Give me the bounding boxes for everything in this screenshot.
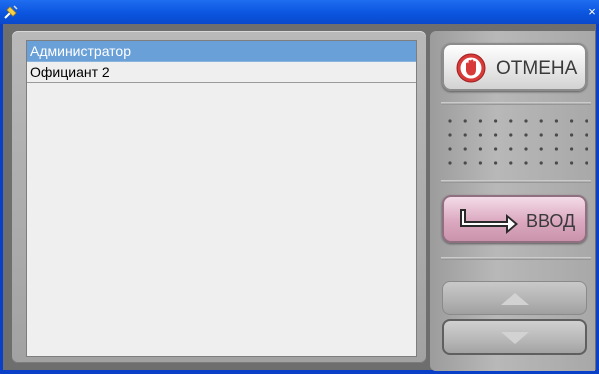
grille-dot xyxy=(494,133,498,137)
enter-button-label: ВВОД xyxy=(526,211,576,231)
grille-dot xyxy=(585,147,588,151)
grille-dot xyxy=(463,133,467,137)
triangle-up-icon xyxy=(501,293,529,305)
grille-dot xyxy=(478,119,482,123)
enter-arrow-icon xyxy=(460,209,518,234)
close-button[interactable]: × xyxy=(585,3,599,20)
scroll-up-button[interactable] xyxy=(442,281,587,315)
title-bar: × xyxy=(0,0,599,24)
list-item-waiter-2[interactable]: Официант 2 xyxy=(27,62,416,83)
grille-dot xyxy=(509,147,513,151)
speaker-grille xyxy=(448,119,588,165)
grille-dot xyxy=(539,147,543,151)
grille-dot xyxy=(554,147,558,151)
list-item-administrator[interactable]: Администратор xyxy=(27,41,416,62)
grille-dot xyxy=(570,147,574,151)
app-window: × Администратор Официант 2 ОТМЕНА ВВОД xyxy=(0,0,599,374)
grille-dot xyxy=(448,133,452,137)
stop-hand-icon xyxy=(456,53,486,83)
grille-dot xyxy=(478,147,482,151)
user-list[interactable]: Администратор Официант 2 xyxy=(26,40,417,357)
grille-dot xyxy=(539,133,543,137)
grille-dot xyxy=(539,119,543,123)
grille-dot xyxy=(463,119,467,123)
grille-dot xyxy=(539,161,543,165)
grille-dot xyxy=(478,133,482,137)
grille-dot xyxy=(554,119,558,123)
grille-dot xyxy=(570,133,574,137)
triangle-down-icon xyxy=(501,332,529,344)
grille-dot xyxy=(570,119,574,123)
grille-dot xyxy=(524,161,528,165)
separator xyxy=(441,180,591,183)
grille-dot xyxy=(554,161,558,165)
grille-dot xyxy=(448,119,452,123)
grille-dot xyxy=(509,119,513,123)
grille-dot xyxy=(585,161,588,165)
grille-dot xyxy=(494,161,498,165)
grille-dot xyxy=(585,119,588,123)
grille-dot xyxy=(494,147,498,151)
grille-dot xyxy=(570,161,574,165)
grille-dot xyxy=(524,147,528,151)
app-icon xyxy=(4,5,18,19)
grille-dot xyxy=(554,133,558,137)
grille-dot xyxy=(509,161,513,165)
grille-dot xyxy=(585,133,588,137)
grille-dot xyxy=(509,133,513,137)
grille-dot xyxy=(524,133,528,137)
grille-dot xyxy=(524,119,528,123)
scroll-down-button[interactable] xyxy=(442,319,587,355)
cancel-button[interactable]: ОТМЕНА xyxy=(442,43,587,91)
cancel-button-label: ОТМЕНА xyxy=(496,58,578,79)
grille-dot xyxy=(463,161,467,165)
grille-dot xyxy=(478,161,482,165)
grille-dot xyxy=(448,161,452,165)
grille-dot xyxy=(494,119,498,123)
grille-dot xyxy=(448,147,452,151)
separator xyxy=(441,257,591,260)
grille-dot xyxy=(463,147,467,151)
enter-button[interactable]: ВВОД xyxy=(442,195,587,243)
separator xyxy=(441,102,591,105)
